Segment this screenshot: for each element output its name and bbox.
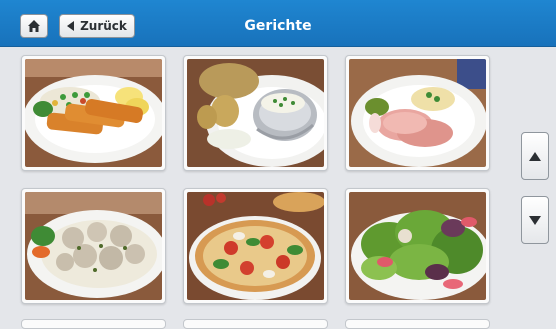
- dish-photo-meatballs: [25, 192, 162, 300]
- dish-photo-ham: [349, 59, 486, 167]
- dish-tile-partial[interactable]: [21, 319, 166, 329]
- dish-tile-ham[interactable]: [345, 55, 490, 171]
- dish-tile-fish-fingers[interactable]: [21, 55, 166, 171]
- page-title: Gerichte: [244, 18, 312, 34]
- dish-photo-fish-fingers: [25, 59, 162, 167]
- dish-tile-baked-potato[interactable]: [183, 55, 328, 171]
- dish-photo-pizza: [187, 192, 324, 300]
- dish-tile-pizza[interactable]: [183, 188, 328, 304]
- triangle-up-icon: [529, 151, 541, 161]
- dish-tile-salad[interactable]: [345, 188, 490, 304]
- triangle-down-icon: [529, 215, 541, 225]
- dish-tile-partial[interactable]: [183, 319, 328, 329]
- dish-photo-baked-potato: [187, 59, 324, 167]
- scroll-down-button[interactable]: [521, 196, 549, 244]
- scroll-up-button[interactable]: [521, 132, 549, 180]
- header-bar: Zurück Gerichte: [0, 0, 556, 47]
- dish-photo-salad: [349, 192, 486, 300]
- dish-tile-partial[interactable]: [345, 319, 490, 329]
- dish-tile-meatballs[interactable]: [21, 188, 166, 304]
